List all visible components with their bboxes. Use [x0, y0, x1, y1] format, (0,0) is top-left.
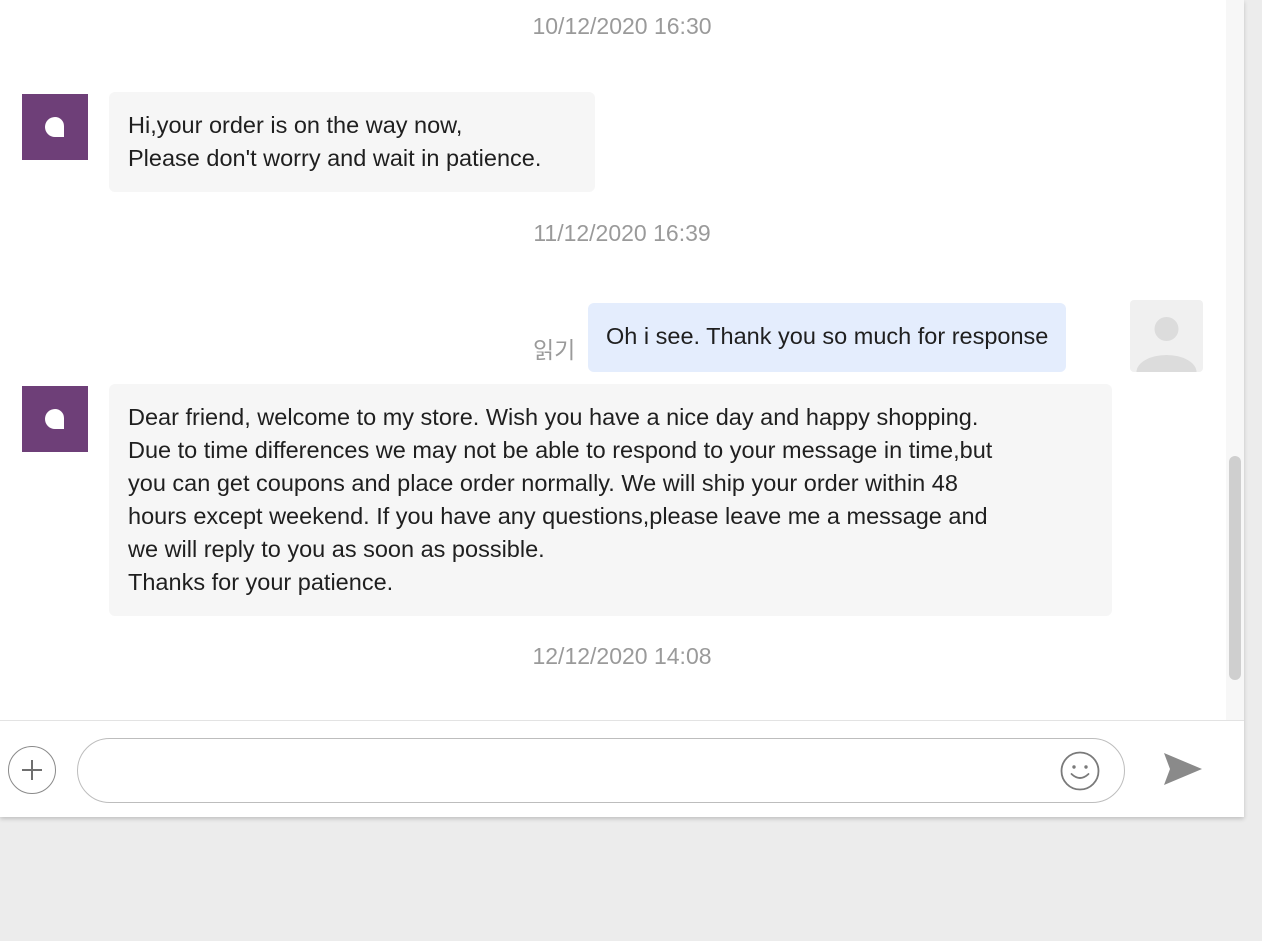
emoji-button[interactable]: [1060, 751, 1100, 791]
message-line: Due to time differences we may not be ab…: [128, 437, 993, 463]
read-status-label: 읽기: [533, 337, 576, 363]
store-logo-icon: [22, 94, 88, 160]
message-line: we will reply to you as soon as possible…: [128, 536, 545, 562]
message-timestamp: 11/12/2020 16:39: [533, 220, 711, 246]
default-user-avatar-icon: [1130, 300, 1203, 372]
message-input-field: [77, 738, 1125, 803]
message-input[interactable]: [100, 749, 1054, 793]
vertical-scrollbar[interactable]: [1226, 0, 1244, 720]
chat-window: 10/12/2020 16:30 Hi,your order is on the…: [0, 0, 1244, 817]
send-button[interactable]: [1162, 751, 1204, 787]
send-arrow-icon: [1164, 753, 1202, 785]
message-text: Oh i see. Thank you so much for response: [606, 323, 1049, 349]
message-timestamp: 12/12/2020 14:08: [532, 643, 712, 669]
message-line: hours except weekend. If you have any qu…: [128, 503, 988, 529]
message-composer: [0, 720, 1244, 817]
incoming-message-bubble: Dear friend, welcome to my store. Wish y…: [109, 384, 1112, 616]
plus-icon: [22, 760, 42, 780]
message-line: you can get coupons and place order norm…: [128, 470, 958, 496]
message-line: Please don't worry and wait in patience.: [128, 145, 542, 171]
message-list[interactable]: 10/12/2020 16:30 Hi,your order is on the…: [0, 0, 1244, 720]
message-line: Dear friend, welcome to my store. Wish y…: [128, 404, 979, 430]
incoming-message-bubble: Hi,your order is on the way now, Please …: [109, 92, 595, 192]
attach-button[interactable]: [8, 746, 56, 794]
smiley-icon: [1060, 751, 1100, 791]
store-logo-icon: [22, 386, 88, 452]
message-line: Hi,your order is on the way now,: [128, 112, 463, 138]
scrollbar-thumb[interactable]: [1229, 456, 1241, 680]
message-line: Thanks for your patience.: [128, 569, 394, 595]
outgoing-message-bubble: Oh i see. Thank you so much for response: [588, 303, 1067, 372]
message-timestamp: 10/12/2020 16:30: [532, 13, 712, 39]
